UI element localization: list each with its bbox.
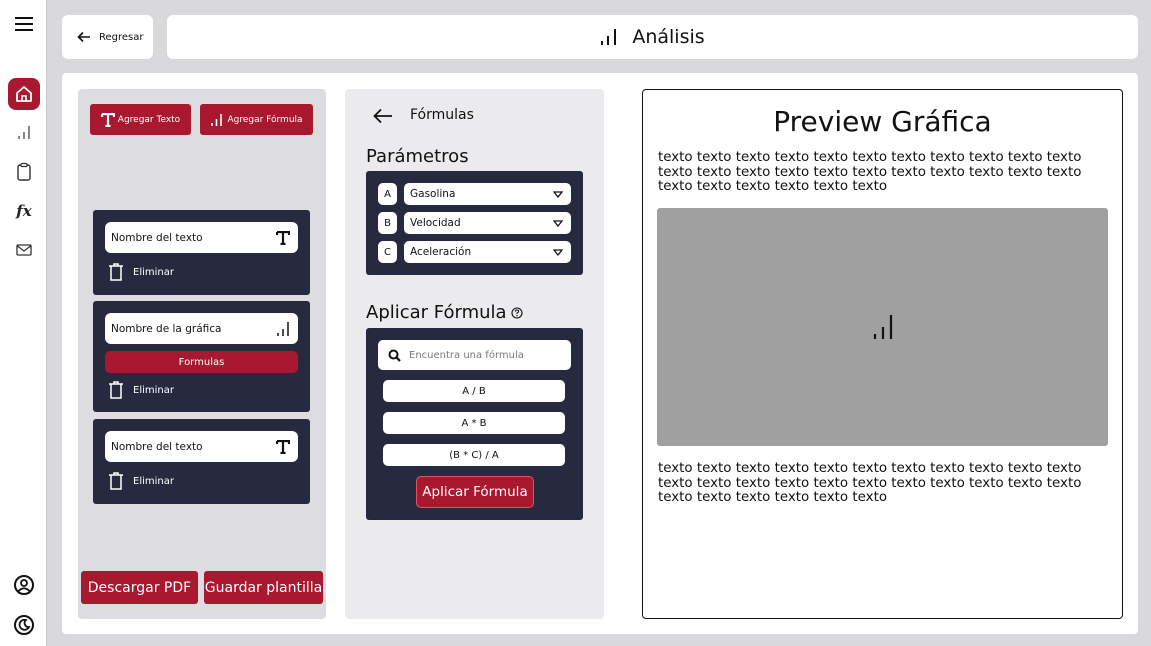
preview-text-top: texto texto texto texto texto texto text…: [658, 150, 1082, 194]
save-template-button[interactable]: Guardar plantilla: [204, 571, 323, 604]
preview-title: Preview Gráfica: [773, 105, 992, 138]
preview-panel: Preview Gráfica texto texto texto texto …: [642, 89, 1123, 619]
mail-icon[interactable]: [8, 234, 40, 266]
back-label: Regresar: [99, 31, 144, 43]
trash-icon: [109, 263, 123, 281]
delete-label: Eliminar: [133, 384, 174, 396]
delete-label: Eliminar: [133, 266, 174, 278]
triangle-down-icon: [553, 219, 563, 227]
param-select[interactable]: Velocidad: [404, 212, 571, 234]
param-value: Aceleración: [410, 246, 472, 258]
apply-formula-title-text: Aplicar Fórmula: [366, 302, 507, 323]
text-icon: [276, 230, 290, 245]
formula-option[interactable]: (B * C) / A: [383, 444, 565, 466]
add-text-label: Agregar Texto: [117, 114, 181, 125]
apply-formula-button[interactable]: Aplicar Fórmula: [416, 476, 534, 508]
add-formula-button[interactable]: Agregar Fórmula: [200, 104, 313, 135]
text-block[interactable]: Nombre del texto Eliminar: [93, 419, 310, 504]
formula-search-input[interactable]: Encuentra una fórmula: [378, 340, 571, 370]
menu-icon[interactable]: [8, 8, 40, 40]
param-value: Velocidad: [410, 217, 461, 229]
search-placeholder: Encuentra una fórmula: [409, 349, 524, 361]
user-icon[interactable]: [8, 569, 40, 601]
trash-icon: [109, 472, 123, 490]
function-icon[interactable]: fx: [8, 195, 40, 227]
search-icon: [388, 349, 401, 362]
delete-label: Eliminar: [133, 475, 174, 487]
params-box: A Gasolina B Velocidad C Aceleración: [366, 171, 583, 275]
preview-text-bottom: texto texto texto texto texto texto text…: [658, 461, 1082, 505]
formulas-button[interactable]: Formulas: [105, 351, 298, 373]
text-block[interactable]: Nombre del texto Eliminar: [93, 210, 310, 295]
formula-option[interactable]: A / B: [383, 380, 565, 402]
text-name-field[interactable]: Nombre del texto: [105, 431, 298, 462]
param-value: Gasolina: [410, 188, 456, 200]
chart-icon[interactable]: [8, 116, 40, 148]
sidebar: fx: [0, 0, 47, 646]
param-letter: B: [378, 212, 397, 234]
apply-formula-box: Encuentra una fórmula A / B A * B (B * C…: [366, 328, 583, 520]
add-text-button[interactable]: Agregar Texto: [90, 104, 191, 135]
text-name-value: Nombre del texto: [111, 440, 203, 453]
chart-block[interactable]: Nombre de la gráfica Formulas Eliminar: [93, 301, 310, 412]
clipboard-icon[interactable]: [8, 156, 40, 188]
page-title: Análisis: [632, 26, 705, 48]
home-icon[interactable]: [8, 78, 40, 110]
delete-button[interactable]: Eliminar: [108, 381, 174, 399]
chart-name-value: Nombre de la gráfica: [111, 322, 222, 335]
chart-name-field[interactable]: Nombre de la gráfica: [105, 313, 298, 344]
text-name-value: Nombre del texto: [111, 231, 203, 244]
back-button[interactable]: Regresar: [62, 15, 153, 59]
params-title: Parámetros: [366, 146, 469, 167]
triangle-down-icon: [553, 190, 563, 198]
arrow-left-icon: [77, 31, 90, 43]
trash-icon: [109, 381, 123, 399]
chart-icon: [601, 29, 617, 45]
formula-option[interactable]: A * B: [383, 412, 565, 434]
apply-formula-title: Aplicar Fórmula: [366, 302, 523, 323]
triangle-down-icon: [553, 248, 563, 256]
chart-icon: [873, 315, 892, 339]
param-select[interactable]: Aceleración: [404, 241, 571, 263]
formulas-title: Fórmulas: [410, 107, 474, 123]
param-letter: C: [378, 241, 397, 263]
param-letter: A: [378, 183, 397, 205]
delete-button[interactable]: Eliminar: [108, 263, 174, 281]
download-pdf-button[interactable]: Descargar PDF: [81, 571, 198, 604]
arrow-left-icon[interactable]: [373, 108, 393, 124]
theme-icon[interactable]: [8, 609, 40, 641]
text-icon: [276, 439, 290, 454]
chart-icon: [211, 113, 223, 126]
param-select[interactable]: Gasolina: [404, 183, 571, 205]
chart-icon: [277, 321, 289, 336]
add-formula-label: Agregar Fórmula: [227, 114, 303, 125]
delete-button[interactable]: Eliminar: [108, 472, 174, 490]
help-icon[interactable]: [511, 306, 523, 319]
page-title-bar: Análisis: [167, 15, 1138, 59]
text-icon: [100, 112, 115, 127]
preview-chart-placeholder: [657, 208, 1108, 446]
text-name-field[interactable]: Nombre del texto: [105, 222, 298, 253]
